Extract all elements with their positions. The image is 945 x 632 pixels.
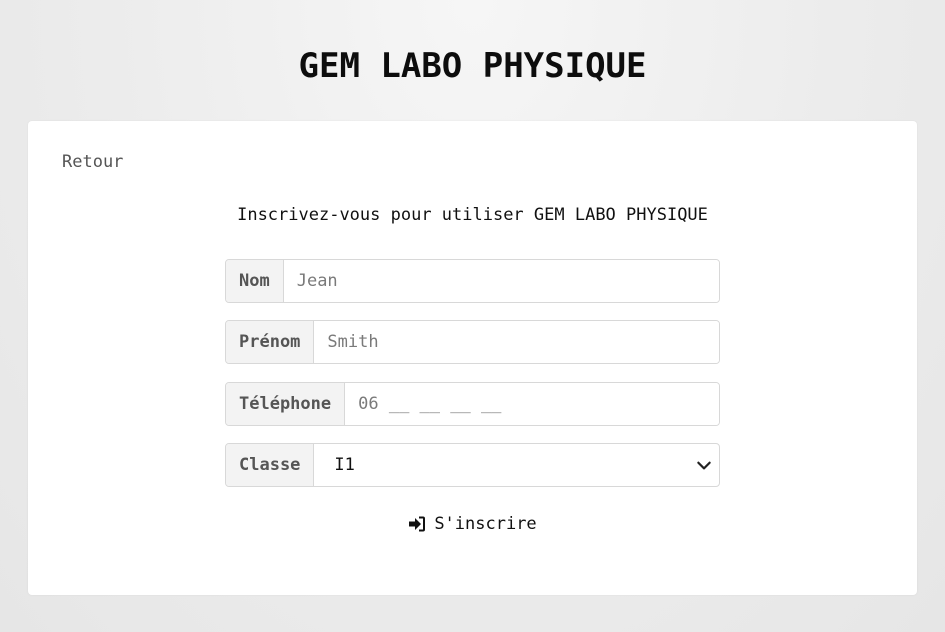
back-link[interactable]: Retour [62,152,123,172]
classe-select[interactable]: I1 [314,444,719,486]
prenom-label: Prénom [226,321,315,363]
nom-input-group: Nom [225,259,720,303]
signup-card: Retour Inscrivez-vous pour utiliser GEM … [28,121,917,595]
sign-in-icon [409,516,426,532]
signup-subtitle: Inscrivez-vous pour utiliser GEM LABO PH… [237,205,708,225]
chevron-down-icon [697,461,711,470]
nom-label: Nom [226,260,284,302]
signup-button[interactable]: S'inscrire [28,514,917,534]
telephone-label: Téléphone [226,383,346,425]
nom-input[interactable] [283,260,719,302]
prenom-input-group: Prénom [225,320,720,364]
classe-selected-value: I1 [334,455,355,475]
classe-label: Classe [226,444,315,486]
telephone-input-group: Téléphone [225,382,720,426]
classe-input-group: Classe I1 [225,443,720,487]
prenom-input[interactable] [314,321,719,363]
telephone-input[interactable] [345,383,719,425]
signup-button-label: S'inscrire [434,514,537,534]
page-title: GEM LABO PHYSIQUE [298,46,647,86]
